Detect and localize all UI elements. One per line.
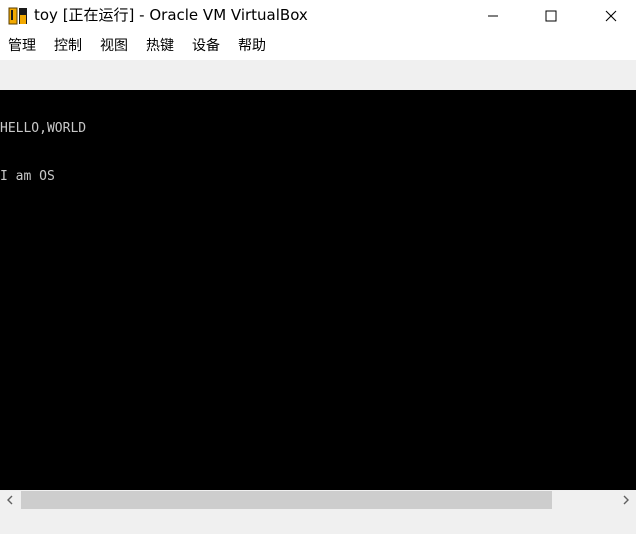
console-line: I am OS xyxy=(0,169,55,184)
virtualbox-icon xyxy=(8,7,27,25)
minimize-button[interactable] xyxy=(470,0,516,32)
menu-item-help[interactable]: 帮助 xyxy=(238,37,266,55)
virtualbox-window: toy [正在运行] - Oracle VM VirtualBox 管理 控制 … xyxy=(0,0,636,534)
menu-item-view[interactable]: 视图 xyxy=(100,37,128,55)
status-bar xyxy=(0,510,636,534)
scroll-thumb[interactable] xyxy=(21,491,552,509)
close-button[interactable] xyxy=(588,0,634,32)
chevron-right-icon xyxy=(623,495,629,505)
maximize-icon xyxy=(545,10,557,22)
menu-item-manage[interactable]: 管理 xyxy=(8,37,36,55)
toolbar-area xyxy=(0,60,636,90)
chevron-left-icon xyxy=(7,495,13,505)
menu-item-control[interactable]: 控制 xyxy=(54,37,82,55)
scroll-left-button[interactable] xyxy=(0,490,20,510)
close-icon xyxy=(605,10,617,22)
menu-item-hotkeys[interactable]: 热键 xyxy=(146,37,174,55)
scroll-right-button[interactable] xyxy=(616,490,636,510)
horizontal-scrollbar[interactable] xyxy=(0,490,636,510)
menu-bar: 管理 控制 视图 热键 设备 帮助 xyxy=(0,32,636,60)
maximize-button[interactable] xyxy=(528,0,574,32)
console-line: HELLO,WORLD xyxy=(0,121,87,136)
minimize-icon xyxy=(488,15,498,17)
window-title: toy [正在运行] - Oracle VM VirtualBox xyxy=(34,6,308,24)
menu-item-devices[interactable]: 设备 xyxy=(192,37,220,55)
title-bar[interactable]: toy [正在运行] - Oracle VM VirtualBox xyxy=(0,0,636,32)
vm-display[interactable]: HELLO,WORLD I am OS xyxy=(0,90,636,490)
